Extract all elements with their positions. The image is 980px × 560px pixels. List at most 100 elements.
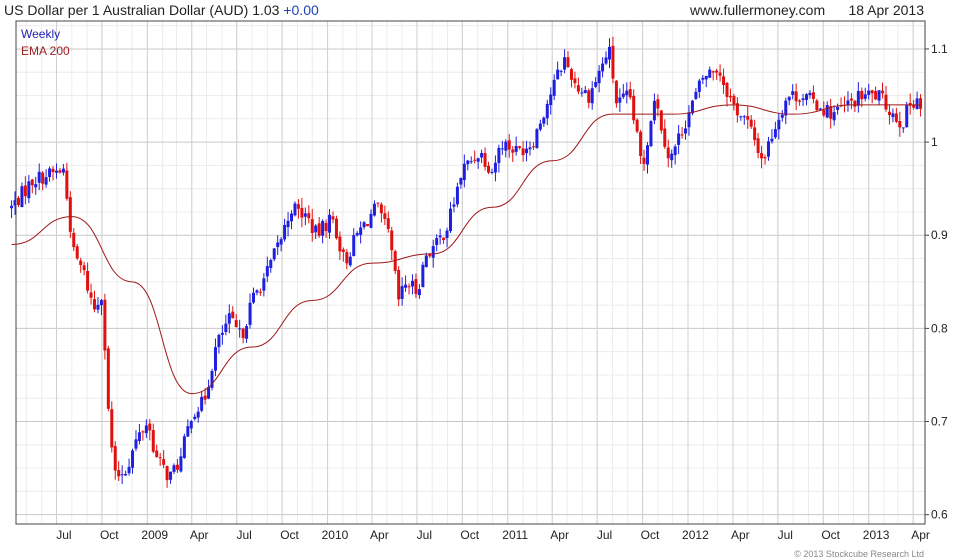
candle-body (189, 421, 193, 429)
candle-body (137, 432, 141, 442)
candle-body (400, 286, 404, 299)
x-tick-label: Oct (821, 528, 840, 542)
candle-body (338, 236, 342, 252)
candle-body (148, 423, 152, 431)
candle-body (438, 235, 442, 238)
candle-body (293, 203, 297, 216)
x-tick-label: Apr (911, 528, 930, 542)
candle-body (117, 470, 121, 477)
candle-body (811, 92, 815, 99)
candle-body (331, 216, 335, 220)
candle-body (590, 88, 594, 104)
x-tick-label: 2010 (322, 528, 349, 542)
candle-body (493, 162, 497, 173)
candle-body (51, 168, 55, 173)
x-tick-label: Apr (190, 528, 209, 542)
candle-body (480, 153, 484, 158)
candle-body (497, 147, 501, 164)
candle-body (203, 395, 207, 400)
candle-body (760, 153, 764, 159)
candle-body (283, 224, 287, 240)
candle-body (466, 160, 470, 165)
candle-body (227, 313, 231, 324)
candle-body (521, 148, 525, 156)
candle-body (455, 186, 459, 205)
candle-body (435, 238, 439, 246)
candle-body (417, 289, 421, 296)
candle-body (314, 225, 318, 233)
candle-body (355, 232, 359, 236)
candle-body (728, 96, 732, 98)
candle-body (238, 328, 242, 330)
candle-body (113, 446, 117, 471)
candle-body (766, 141, 770, 157)
candle-body (507, 140, 511, 150)
candle-body (804, 94, 808, 100)
candle-body (732, 95, 736, 105)
x-tick-label: Oct (460, 528, 479, 542)
candle-body (262, 278, 266, 291)
candle-body (34, 184, 38, 188)
candle-body (106, 348, 110, 409)
candle-body (867, 90, 871, 95)
candle-body (265, 266, 269, 277)
candle-body (815, 100, 819, 111)
candle-body (887, 111, 891, 116)
candle-body (614, 80, 618, 104)
candle-body (72, 232, 76, 248)
candle-body (452, 204, 456, 207)
x-tick-label: Jul (236, 528, 251, 542)
candle-body (566, 57, 570, 68)
y-tick-label: 1 (931, 135, 938, 149)
candle-body (462, 163, 466, 181)
candle-body (680, 134, 684, 136)
candle-body (172, 465, 176, 472)
candle-body (193, 416, 197, 420)
candle-body (182, 436, 186, 458)
candle-body (303, 213, 307, 217)
candle-body (639, 131, 643, 157)
candle-body (144, 425, 148, 434)
site-link[interactable]: www.fullermoney.com (690, 2, 825, 18)
candle-body (649, 121, 653, 147)
candle-body (794, 91, 798, 102)
candle-body (531, 146, 535, 148)
candle-body (538, 123, 542, 130)
legend-weekly: Weekly (21, 27, 61, 41)
candle-body (635, 119, 639, 132)
candle-body (276, 242, 280, 248)
x-tick-label: Jul (597, 528, 612, 542)
candle-body (742, 116, 746, 118)
candle-body (175, 464, 179, 470)
candle-body (407, 286, 411, 288)
candle-body (901, 127, 905, 129)
candle-body (186, 426, 190, 437)
candle-body (853, 100, 857, 107)
candle-body (324, 223, 328, 232)
x-tick-label: 2013 (863, 528, 890, 542)
candle-body (376, 202, 380, 204)
candle-body (469, 161, 473, 163)
candle-body (894, 113, 898, 122)
candle-body (822, 110, 826, 116)
candle-body (646, 145, 650, 165)
candle-body (310, 219, 314, 234)
candle-body (652, 100, 656, 121)
candle-body (213, 347, 217, 371)
candle-body (518, 146, 522, 148)
candle-body (362, 222, 366, 228)
candle-body (746, 116, 750, 120)
candle-body (321, 220, 325, 236)
candle-body (556, 69, 560, 80)
candle-body (718, 72, 722, 76)
candle-body (442, 237, 446, 241)
candle-body (27, 181, 31, 199)
chart-title: US Dollar per 1 Australian Dollar (AUD) … (4, 2, 319, 18)
candle-body (770, 138, 774, 142)
candle-body (241, 328, 245, 339)
candle-body (701, 77, 705, 80)
candle-body (220, 332, 224, 335)
candle-body (44, 177, 48, 185)
candle-body (670, 153, 674, 161)
candle-body (677, 133, 681, 145)
